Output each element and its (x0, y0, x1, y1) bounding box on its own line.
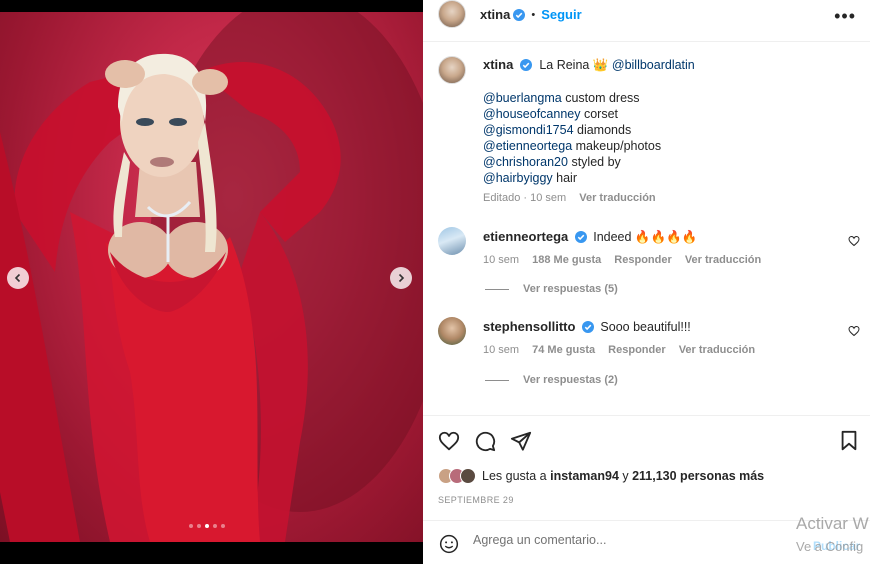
share-send-icon[interactable] (510, 430, 532, 452)
mention-link[interactable]: @billboardlatin (612, 58, 695, 72)
verified-badge-icon (519, 59, 532, 71)
replies-divider (485, 379, 509, 381)
mention-link[interactable]: @buerlangma (483, 91, 562, 105)
view-replies-label: Ver respuestas (5) (523, 283, 618, 295)
slide-dot (221, 524, 225, 528)
photo-illustration (0, 12, 423, 542)
caption-credit-line: @buerlangma custom dress (483, 90, 853, 106)
view-replies-button[interactable]: Ver respuestas (5) (485, 283, 618, 295)
slide-dot (197, 524, 201, 528)
mention-link[interactable]: @houseofcanney (483, 107, 580, 121)
mention-link[interactable]: @hairbyiggy (483, 171, 553, 185)
comment-text: Indeed 🔥🔥🔥🔥 (593, 230, 698, 244)
translate-link[interactable]: Ver traducción (679, 344, 755, 356)
likes-prefix: Les gusta a (482, 469, 551, 483)
caption-credits: @buerlangma custom dress @houseofcanney … (483, 90, 853, 186)
emoji-icon[interactable] (439, 534, 459, 554)
save-bookmark-icon[interactable] (839, 430, 859, 452)
separator-dot: • (531, 8, 536, 21)
comment-username[interactable]: stephensollitto (483, 319, 575, 334)
translate-link[interactable]: Ver traducción (685, 254, 761, 266)
slide-dot (189, 524, 193, 528)
post-detail-panel: xtina • Seguir ••• xtina La Reina 👑 @bil… (423, 0, 870, 564)
comment-meta: 10 sem 74 Me gusta Responder Ver traducc… (483, 344, 813, 356)
slide-dot-active (205, 524, 209, 528)
comment-like-heart-icon[interactable] (848, 235, 860, 247)
caption-credit-line: @houseofcanney corset (483, 106, 853, 122)
slide-dot (213, 524, 217, 528)
verified-badge-icon (581, 321, 594, 333)
slide-indicator (189, 524, 225, 528)
credit-text: styled by (567, 155, 621, 169)
more-options-icon[interactable]: ••• (834, 6, 856, 27)
comment-bubble-icon[interactable] (474, 430, 496, 452)
credit-text: makeup/photos (572, 139, 662, 153)
translate-link[interactable]: Ver traducción (579, 192, 655, 204)
comment-text: Sooo beautiful!!! (600, 320, 691, 334)
post-photo[interactable] (0, 12, 423, 542)
comment-likes[interactable]: 74 Me gusta (532, 344, 595, 356)
likes-summary[interactable]: Les gusta a instaman94 y 211,130 persona… (438, 468, 764, 484)
reply-button[interactable]: Responder (608, 344, 665, 356)
caption-avatar[interactable] (438, 56, 466, 84)
replies-divider (485, 288, 509, 290)
follow-button[interactable]: Seguir (541, 7, 581, 22)
view-replies-button[interactable]: Ver respuestas (2) (485, 374, 618, 386)
caption-credit-line: @etienneortega makeup/photos (483, 138, 853, 154)
comment-body: stephensollitto Sooo beautiful!!! (483, 319, 813, 335)
caption-headline: xtina La Reina 👑 @billboardlatin (483, 57, 853, 73)
caption-username[interactable]: xtina (483, 57, 513, 72)
likes-conjunction: y (618, 469, 633, 483)
likes-count[interactable]: 211,130 personas más (632, 469, 764, 483)
post-media (0, 0, 423, 564)
chevron-right-icon (398, 273, 405, 283)
comment-time: 10 sem (483, 254, 520, 266)
caption-edited-time: Editado · 10 sem (483, 192, 567, 204)
comment-body: etienneortega Indeed 🔥🔥🔥🔥 (483, 229, 813, 245)
view-replies-label: Ver respuestas (2) (523, 374, 618, 386)
caption-credit-line: @gismondi1754 diamonds (483, 122, 853, 138)
caption-credit-line: @chrishoran20 styled by (483, 154, 853, 170)
credit-text: corset (580, 107, 618, 121)
credit-text: hair (552, 171, 577, 185)
comment-avatar[interactable] (438, 227, 466, 255)
comment-like-heart-icon[interactable] (848, 325, 860, 337)
comment-likes[interactable]: 188 Me gusta (532, 254, 601, 266)
mention-link[interactable]: @chrishoran20 (483, 155, 568, 169)
comment-avatar[interactable] (438, 317, 466, 345)
avatar[interactable] (438, 0, 466, 28)
verified-badge-icon (513, 8, 526, 21)
post-date: SEPTIEMBRE 29 (438, 495, 514, 505)
verified-badge-icon (574, 231, 587, 243)
comment-item: etienneortega Indeed 🔥🔥🔥🔥 10 sem 188 Me … (483, 229, 813, 266)
liker-avatars (438, 468, 476, 484)
comments-list[interactable]: xtina La Reina 👑 @billboardlatin @buerla… (423, 43, 870, 415)
comment-username[interactable]: etienneortega (483, 229, 568, 244)
comment-item: stephensollitto Sooo beautiful!!! 10 sem… (483, 319, 813, 356)
post-header: xtina • Seguir ••• (423, 0, 870, 42)
like-heart-icon[interactable] (438, 430, 460, 452)
os-activation-watermark: Activar W (796, 514, 869, 533)
caption-meta: Editado · 10 sem Ver traducción (483, 192, 853, 204)
comment-meta: 10 sem 188 Me gusta Responder Ver traduc… (483, 254, 813, 266)
liker-username[interactable]: instaman94 (550, 469, 619, 483)
previous-slide-button[interactable] (7, 267, 29, 289)
next-slide-button[interactable] (390, 267, 412, 289)
credit-text: custom dress (561, 91, 640, 105)
credit-text: diamonds (573, 123, 632, 137)
avatar (460, 468, 476, 484)
mention-link[interactable]: @gismondi1754 (483, 123, 574, 137)
mention-link[interactable]: @etienneortega (483, 139, 572, 153)
chevron-left-icon (14, 273, 21, 283)
comment-input[interactable] (473, 533, 783, 547)
caption-credit-line: @hairbyiggy hair (483, 170, 853, 186)
caption: xtina La Reina 👑 @billboardlatin @buerla… (483, 57, 853, 204)
author-username[interactable]: xtina (480, 7, 510, 22)
post-actions: Les gusta a instaman94 y 211,130 persona… (423, 415, 870, 520)
caption-headline-text: La Reina 👑 (539, 58, 609, 72)
os-activation-watermark-sub: Ve a Config (796, 539, 864, 554)
comment-time: 10 sem (483, 344, 520, 356)
reply-button[interactable]: Responder (614, 254, 671, 266)
